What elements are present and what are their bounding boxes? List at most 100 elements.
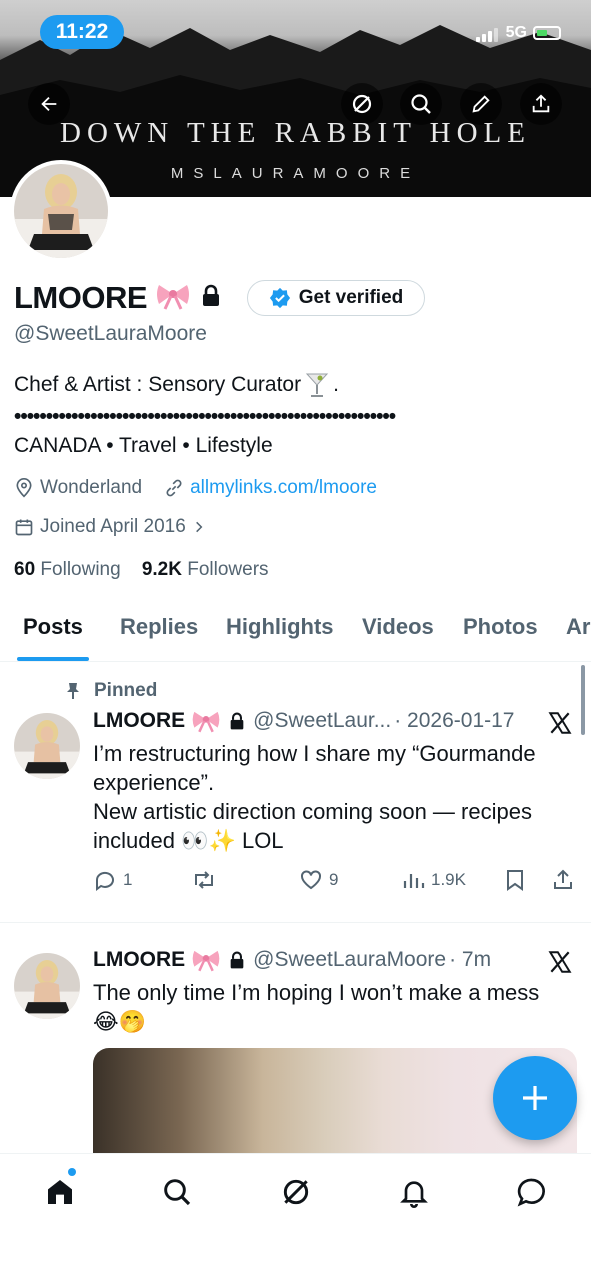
- compose-button[interactable]: [493, 1056, 577, 1140]
- messages-icon: [517, 1178, 545, 1207]
- profile-name-row: LMOORE: [14, 278, 221, 318]
- edit-icon: [472, 95, 490, 113]
- calendar-icon: [15, 519, 33, 536]
- bio-text-1: Chef & Artist : Sensory Curator: [14, 373, 302, 396]
- nav-search[interactable]: [157, 1172, 197, 1212]
- search-icon: [164, 1179, 191, 1206]
- reply-button[interactable]: 1: [93, 868, 132, 892]
- post-timestamp: · 2026-01-17: [394, 709, 515, 732]
- share-icon: [554, 869, 572, 889]
- lock-icon: [230, 951, 244, 968]
- profile-avatar[interactable]: [10, 160, 112, 262]
- post-divider: [0, 922, 591, 923]
- battery-icon: [533, 26, 561, 40]
- bow-icon: [155, 282, 191, 315]
- banner-title: DOWN THE RABBIT HOLE: [60, 117, 531, 149]
- lock-icon: [201, 284, 221, 313]
- joined-date: Joined April 2016: [40, 516, 186, 537]
- tab-articles[interactable]: Ar: [566, 614, 590, 640]
- retweet-button[interactable]: [191, 868, 217, 892]
- notifications-icon: [400, 1181, 428, 1208]
- home-notification-dot: [68, 1168, 76, 1176]
- avatar-image: [14, 164, 108, 258]
- plus-icon: [523, 1086, 547, 1110]
- active-tab-indicator: [17, 657, 89, 661]
- reply-icon: [95, 871, 114, 891]
- post-author-name[interactable]: LMOORE: [93, 709, 185, 733]
- bookmark-button[interactable]: [504, 868, 526, 892]
- retweet-icon: [195, 871, 213, 889]
- nav-home[interactable]: [40, 1172, 80, 1212]
- tab-replies[interactable]: Replies: [120, 614, 198, 640]
- bow-icon: [192, 950, 220, 972]
- reply-count: 1: [123, 870, 133, 889]
- x-logo-icon: [548, 951, 572, 973]
- nav-notifications[interactable]: [394, 1172, 434, 1212]
- views-count: 1.9K: [431, 870, 466, 889]
- joined-row[interactable]: Joined April 2016: [14, 516, 206, 538]
- get-verified-button[interactable]: Get verified: [247, 280, 425, 316]
- like-count: 9: [329, 870, 339, 889]
- nav-messages[interactable]: [512, 1172, 552, 1212]
- post-text: The only time I’m hoping I won’t make a …: [93, 980, 540, 1034]
- tab-highlights[interactable]: Highlights: [226, 614, 334, 640]
- grok-icon: [352, 94, 372, 114]
- following-link[interactable]: 60 Following: [14, 559, 121, 580]
- post-actions: 1 9 1.9K: [93, 868, 578, 894]
- post-author-name[interactable]: LMOORE: [93, 948, 185, 972]
- location-icon: [16, 478, 32, 498]
- chevron-right-icon: [195, 521, 203, 533]
- network-label: 5G: [505, 24, 527, 41]
- post-header: LMOORE @SweetLauraMoore · 7m: [93, 948, 491, 972]
- post-avatar[interactable]: [14, 953, 80, 1019]
- home-icon: [48, 1180, 72, 1204]
- tab-photos[interactable]: Photos: [463, 614, 538, 640]
- post-avatar[interactable]: [14, 713, 80, 779]
- grok-icon: [283, 1179, 309, 1205]
- views-button[interactable]: 1.9K: [401, 868, 466, 892]
- nav-grok[interactable]: [276, 1172, 316, 1212]
- pinned-label: Pinned: [94, 680, 158, 701]
- search-icon: [411, 94, 431, 114]
- cocktail-icon: [305, 373, 329, 397]
- verified-badge-icon: [269, 287, 290, 309]
- x-logo-icon: [548, 712, 572, 734]
- get-verified-label: Get verified: [298, 287, 404, 308]
- profile-location: Wonderland: [40, 477, 143, 498]
- tab-videos[interactable]: Videos: [362, 614, 434, 640]
- tab-posts[interactable]: Posts: [23, 614, 83, 640]
- like-icon: [301, 870, 321, 890]
- profile-meta-row: Wonderland allmylinks.com/lmoore: [14, 477, 377, 499]
- like-button[interactable]: 9: [299, 868, 338, 892]
- share-post-button[interactable]: [551, 868, 575, 892]
- link-icon: [166, 479, 182, 497]
- profile-name: LMOORE: [14, 280, 148, 315]
- back-arrow-icon: [41, 96, 57, 112]
- bio-line-1: Chef & Artist : Sensory Curator .: [14, 372, 339, 398]
- profile-link[interactable]: allmylinks.com/lmoore: [190, 477, 377, 499]
- status-time: 11:22: [40, 15, 124, 49]
- share-icon: [532, 94, 550, 113]
- lock-icon: [230, 712, 244, 729]
- post-text-line-1: I’m restructuring how I share my “Gourma…: [93, 741, 536, 795]
- bookmark-icon: [507, 870, 523, 891]
- post-text: I’m restructuring how I share my “Gourma…: [93, 739, 563, 855]
- signal-icon: [475, 24, 500, 42]
- bio-text-1-end: .: [333, 373, 339, 396]
- views-icon: [403, 874, 425, 888]
- scrollbar[interactable]: [581, 665, 585, 735]
- follow-stats: 60 Following 9.2K Followers: [14, 559, 269, 581]
- bio-dot-divider: ••••••••••••••••••••••••••••••••••••••••…: [14, 405, 396, 428]
- profile-handle: @SweetLauraMoore: [14, 322, 207, 345]
- pin-icon: [67, 683, 79, 699]
- followers-link[interactable]: 9.2K Followers: [142, 559, 269, 580]
- post-author-handle: @SweetLaur...: [253, 709, 392, 732]
- post-header: LMOORE @SweetLaur... · 2026-01-17: [93, 709, 514, 733]
- pinned-label-row: Pinned: [66, 680, 157, 702]
- bow-icon: [192, 711, 220, 733]
- post-timestamp: · 7m: [449, 948, 492, 971]
- post-author-handle: @SweetLauraMoore: [253, 948, 447, 971]
- post-text-line-2: New artistic direction coming soon — rec…: [93, 799, 532, 853]
- status-indicators: 5G: [475, 24, 561, 42]
- bottom-navigation: [0, 1153, 591, 1280]
